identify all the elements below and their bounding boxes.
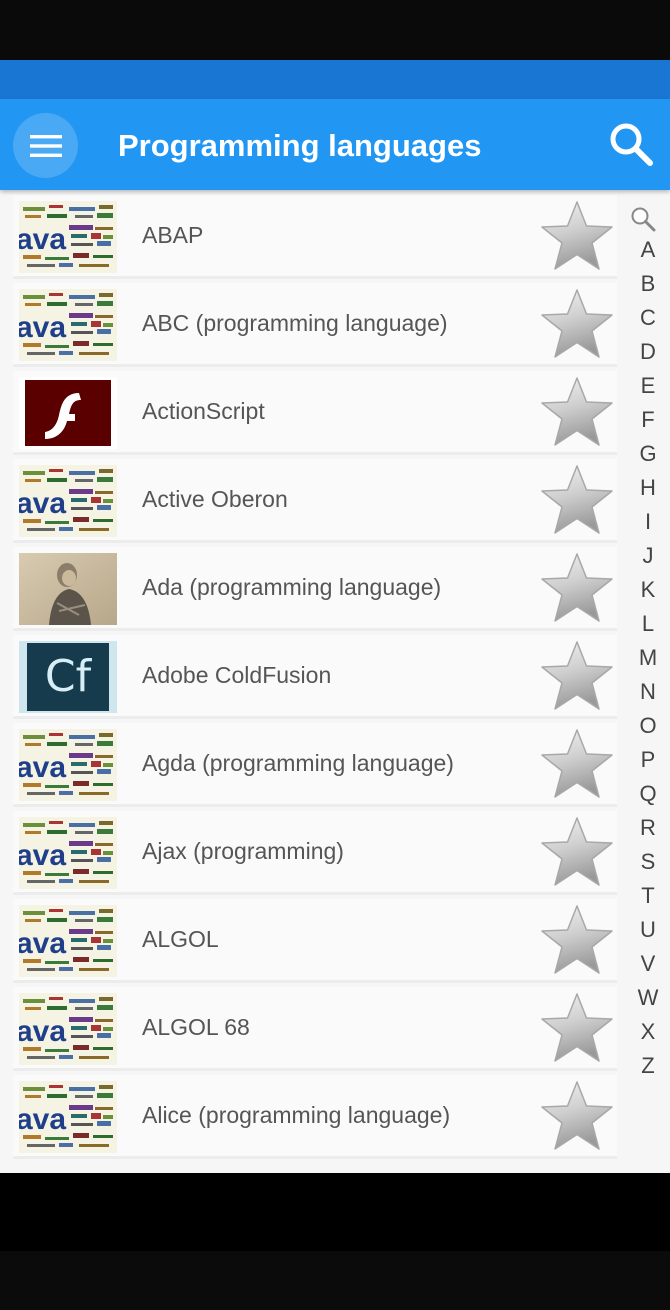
- svg-text:ava: ava: [19, 1103, 66, 1136]
- index-search-icon[interactable]: [629, 205, 657, 233]
- index-letter[interactable]: A: [626, 233, 670, 267]
- index-letter[interactable]: C: [626, 301, 670, 335]
- system-navigation-bar: [0, 1173, 670, 1310]
- index-letter[interactable]: H: [626, 471, 670, 505]
- index-letter[interactable]: I: [626, 505, 670, 539]
- menu-icon: [29, 134, 62, 157]
- list-item[interactable]: Ada (programming language): [13, 547, 617, 631]
- navigation-bar-strip: [0, 1251, 670, 1310]
- index-letter[interactable]: G: [626, 437, 670, 471]
- index-letter[interactable]: N: [626, 675, 670, 709]
- list-item[interactable]: ava ABAP: [13, 195, 617, 279]
- list-item-label: Adobe ColdFusion: [142, 662, 332, 688]
- svg-text:ava: ava: [19, 839, 66, 872]
- list-item[interactable]: ava ABC (programming language): [13, 283, 617, 367]
- index-letter[interactable]: X: [626, 1015, 670, 1049]
- favorite-star-icon[interactable]: [539, 1079, 615, 1153]
- index-letter[interactable]: R: [626, 811, 670, 845]
- search-icon: [610, 123, 653, 166]
- list-item[interactable]: ava Agda (programming language): [13, 723, 617, 807]
- flash-logo-thumbnail: [19, 377, 117, 449]
- list-item[interactable]: ava Ajax (programming): [13, 811, 617, 895]
- java-wordcloud-logo-thumbnail: ava: [19, 465, 117, 537]
- language-list-area: ava ABAP ava ABC (programming language) Acti…: [0, 190, 670, 1173]
- java-wordcloud-logo-thumbnail: ava: [19, 817, 117, 889]
- favorite-star-icon[interactable]: [539, 551, 615, 625]
- favorite-star-icon[interactable]: [539, 463, 615, 537]
- java-wordcloud-logo-thumbnail: ava: [19, 905, 117, 977]
- list-item-label: Agda (programming language): [142, 750, 454, 776]
- svg-text:ava: ava: [19, 487, 66, 520]
- menu-button[interactable]: [13, 113, 78, 178]
- favorite-star-icon[interactable]: [539, 375, 615, 449]
- list-item-label: ActionScript: [142, 398, 265, 424]
- list-item[interactable]: ActionScript: [13, 371, 617, 455]
- list-item-label: Active Oberon: [142, 486, 288, 512]
- list-item-label: ABAP: [142, 222, 204, 248]
- svg-text:ava: ava: [19, 311, 66, 344]
- list-item-label: Ajax (programming): [142, 838, 344, 864]
- app-bar: Programming languages: [0, 99, 670, 190]
- index-letters: ABCDEFGHIJKLMNOPQRSTUVWXZ: [626, 233, 670, 1083]
- index-letter[interactable]: W: [626, 981, 670, 1015]
- java-wordcloud-logo-thumbnail: ava: [19, 993, 117, 1065]
- list-item[interactable]: ava ALGOL 68: [13, 987, 617, 1071]
- java-wordcloud-logo-thumbnail: ava: [19, 729, 117, 801]
- index-letter[interactable]: D: [626, 335, 670, 369]
- list-item-label: ALGOL: [142, 926, 219, 952]
- svg-text:Cf: Cf: [45, 651, 93, 702]
- page-title: Programming languages: [118, 128, 482, 163]
- search-button[interactable]: [606, 119, 656, 169]
- java-wordcloud-logo-thumbnail: ava: [19, 201, 117, 273]
- system-status-bar: [0, 0, 670, 60]
- java-wordcloud-logo-thumbnail: ava: [19, 1081, 117, 1153]
- index-letter[interactable]: M: [626, 641, 670, 675]
- favorite-star-icon[interactable]: [539, 903, 615, 977]
- favorite-star-icon[interactable]: [539, 199, 615, 273]
- favorite-star-icon[interactable]: [539, 815, 615, 889]
- list-item[interactable]: Cf Adobe ColdFusion: [13, 635, 617, 719]
- svg-text:ava: ava: [19, 927, 66, 960]
- index-letter[interactable]: O: [626, 709, 670, 743]
- favorite-star-icon[interactable]: [539, 727, 615, 801]
- language-list: ava ABAP ava ABC (programming language) Acti…: [13, 195, 617, 1163]
- app-status-strip: [0, 60, 670, 99]
- java-wordcloud-logo-thumbnail: ava: [19, 289, 117, 361]
- list-item-label: ALGOL 68: [142, 1014, 250, 1040]
- index-letter[interactable]: F: [626, 403, 670, 437]
- ada-lovelace-portrait-thumbnail: [19, 553, 117, 625]
- svg-text:ava: ava: [19, 1015, 66, 1048]
- index-letter[interactable]: S: [626, 845, 670, 879]
- index-letter[interactable]: Q: [626, 777, 670, 811]
- index-letter[interactable]: K: [626, 573, 670, 607]
- favorite-star-icon[interactable]: [539, 287, 615, 361]
- index-letter[interactable]: T: [626, 879, 670, 913]
- list-item[interactable]: ava ALGOL: [13, 899, 617, 983]
- svg-text:ava: ava: [19, 223, 66, 256]
- coldfusion-logo-thumbnail: Cf: [19, 641, 117, 713]
- index-letter[interactable]: J: [626, 539, 670, 573]
- index-letter[interactable]: E: [626, 369, 670, 403]
- index-letter[interactable]: B: [626, 267, 670, 301]
- index-letter[interactable]: Z: [626, 1049, 670, 1083]
- index-letter[interactable]: U: [626, 913, 670, 947]
- list-item[interactable]: ava Active Oberon: [13, 459, 617, 543]
- list-item-label: ABC (programming language): [142, 310, 448, 336]
- list-item[interactable]: ava Alice (programming language): [13, 1075, 617, 1159]
- list-item-label: Alice (programming language): [142, 1102, 451, 1128]
- index-letter[interactable]: V: [626, 947, 670, 981]
- svg-text:ava: ava: [19, 751, 66, 784]
- index-letter[interactable]: P: [626, 743, 670, 777]
- favorite-star-icon[interactable]: [539, 639, 615, 713]
- index-letter[interactable]: L: [626, 607, 670, 641]
- list-item-label: Ada (programming language): [142, 574, 442, 600]
- favorite-star-icon[interactable]: [539, 991, 615, 1065]
